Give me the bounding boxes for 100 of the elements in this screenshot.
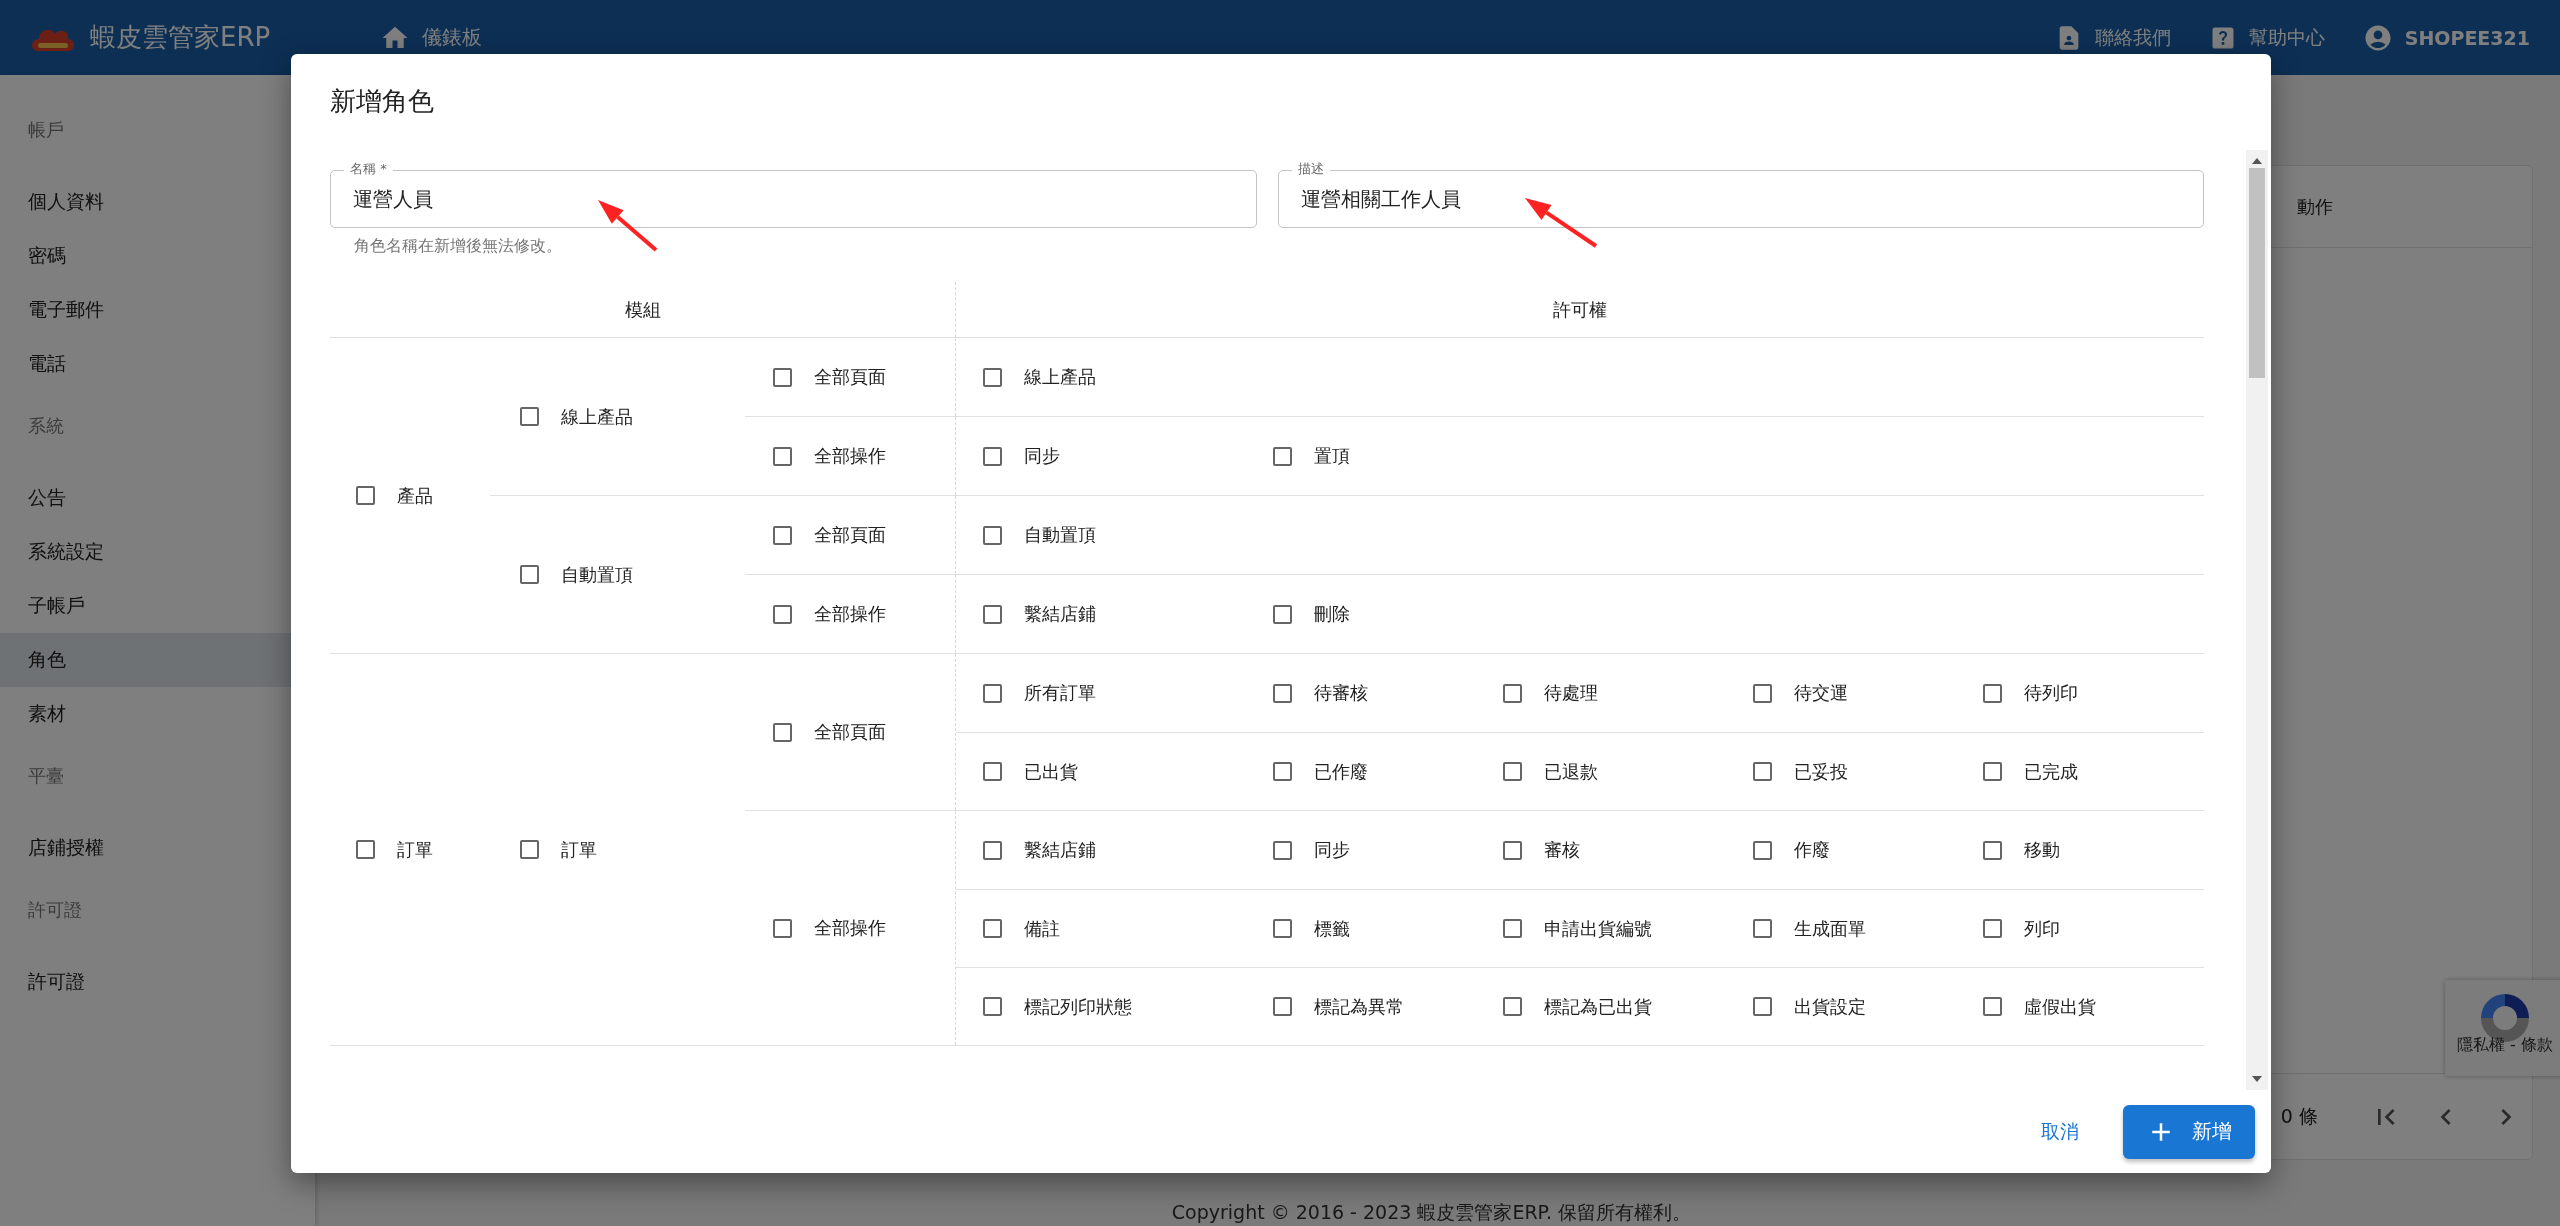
checkbox[interactable]: [1753, 919, 1772, 938]
checkbox[interactable]: [983, 997, 1002, 1016]
checkbox[interactable]: [1503, 683, 1522, 703]
checkbox[interactable]: [520, 407, 539, 426]
checkbox[interactable]: [1273, 604, 1292, 624]
checkbox[interactable]: [1503, 997, 1522, 1016]
permission-label: 置頂: [1314, 444, 1350, 468]
sidebar-section-title: 平臺: [27, 764, 65, 788]
permission-label: 待處理: [1544, 681, 1598, 705]
checkbox[interactable]: [1273, 997, 1292, 1016]
checkbox[interactable]: [1503, 840, 1522, 860]
permission-label: 標籤: [1314, 916, 1350, 941]
checkbox[interactable]: [1273, 762, 1292, 781]
group-label: 全部頁面: [814, 720, 886, 744]
checkbox[interactable]: [983, 367, 1002, 387]
permission-label: 列印: [2024, 916, 2060, 941]
checkbox[interactable]: [983, 762, 1002, 781]
column-header: 許可權: [1553, 297, 1607, 322]
scrollbar[interactable]: [2246, 150, 2268, 1090]
checkbox[interactable]: [1273, 683, 1292, 703]
checkbox[interactable]: [773, 722, 792, 742]
checkbox[interactable]: [356, 486, 375, 505]
permission-label: 已完成: [2024, 759, 2078, 784]
arrow-annotation: [598, 200, 658, 252]
checkbox[interactable]: [1983, 919, 2002, 938]
checkbox[interactable]: [773, 446, 792, 466]
account-menu[interactable]: SHOPEE321: [2362, 22, 2530, 53]
checkbox[interactable]: [983, 919, 1002, 938]
permission-label: 繫結店鋪: [1024, 838, 1096, 862]
group-label: 全部操作: [814, 444, 886, 468]
submodule-label: 線上產品: [561, 404, 633, 429]
permission-label: 標記為異常: [1314, 994, 1404, 1019]
checkbox[interactable]: [1983, 997, 2002, 1016]
checkbox[interactable]: [1983, 683, 2002, 703]
column-header: 模組: [624, 297, 661, 322]
permission-label: 自動置頂: [1024, 523, 1096, 547]
checkbox[interactable]: [1983, 840, 2002, 860]
checkbox[interactable]: [1273, 840, 1292, 860]
group-label: 全部頁面: [814, 523, 886, 547]
permission-label: 線上產品: [1024, 365, 1096, 389]
permission-label: 繫結店鋪: [1024, 602, 1096, 626]
group-label: 全部頁面: [814, 365, 886, 389]
scrollbar-thumb[interactable]: [2249, 168, 2265, 378]
scroll-down-icon[interactable]: [2252, 1076, 2262, 1082]
checkbox[interactable]: [520, 840, 539, 859]
checkbox[interactable]: [1273, 446, 1292, 466]
checkbox[interactable]: [773, 367, 792, 387]
field-label: 名稱 *: [344, 160, 393, 178]
permission-label: 同步: [1314, 838, 1350, 862]
copyright-text: Copyright © 2016 - 2023 蝦皮雲管家ERP. 保留所有權利。: [1170, 1200, 1693, 1225]
checkbox[interactable]: [773, 525, 792, 545]
sidebar-section-title: 帳戶: [27, 118, 65, 142]
permission-label: 已出貨: [1024, 759, 1078, 784]
permission-label: 移動: [2024, 838, 2060, 862]
checkbox[interactable]: [1503, 919, 1522, 938]
dashboard-link[interactable]: 儀錶板: [380, 22, 482, 53]
checkbox[interactable]: [773, 604, 792, 624]
checkbox[interactable]: [1753, 997, 1772, 1016]
checkbox[interactable]: [1983, 762, 2002, 781]
permission-label: 刪除: [1314, 602, 1350, 626]
permission-label: 已作廢: [1314, 759, 1368, 784]
permission-label: 審核: [1544, 838, 1580, 862]
checkbox[interactable]: [983, 683, 1002, 703]
checkbox[interactable]: [1273, 919, 1292, 938]
column-header: 動作: [2297, 194, 2334, 219]
checkbox[interactable]: [1753, 683, 1772, 703]
permission-label: 出貨設定: [1794, 994, 1866, 1019]
module-label: 訂單: [397, 837, 433, 862]
checkbox[interactable]: [983, 525, 1002, 545]
dialog-title: 新增角色: [329, 85, 435, 118]
add-button[interactable]: 新增: [2123, 1104, 2255, 1159]
cancel-button[interactable]: 取消: [2031, 1108, 2089, 1155]
app-title: 蝦皮雲管家ERP: [90, 21, 272, 54]
submodule-label: 訂單: [561, 837, 597, 862]
checkbox[interactable]: [1753, 840, 1772, 860]
helper-text: 角色名稱在新增後無法修改。: [353, 235, 562, 257]
contact-link[interactable]: 聯絡我們: [2054, 23, 2171, 52]
permission-label: 申請出貨編號: [1544, 916, 1652, 941]
permission-label: 標記列印狀態: [1024, 994, 1132, 1019]
permission-label: 待審核: [1314, 681, 1368, 705]
checkbox[interactable]: [1503, 762, 1522, 781]
help-link[interactable]: 幫助中心: [2208, 23, 2325, 52]
group-label: 全部操作: [814, 916, 886, 940]
group-label: 全部操作: [814, 602, 886, 626]
checkbox[interactable]: [983, 446, 1002, 466]
checkbox[interactable]: [983, 840, 1002, 860]
field-label: 描述: [1291, 160, 1330, 178]
permission-label: 同步: [1024, 444, 1060, 468]
permission-label: 標記為已出貨: [1544, 994, 1652, 1019]
permission-label: 虛假出貨: [2024, 994, 2096, 1019]
permission-label: 所有訂單: [1024, 681, 1096, 705]
checkbox[interactable]: [773, 918, 792, 938]
permission-label: 已妥投: [1794, 759, 1848, 784]
checkbox[interactable]: [520, 565, 539, 584]
permission-label: 已退款: [1544, 759, 1598, 784]
sidebar-section-title: 許可證: [27, 898, 83, 922]
checkbox[interactable]: [356, 840, 375, 859]
permission-label: 待交運: [1794, 681, 1848, 705]
checkbox[interactable]: [1753, 762, 1772, 781]
checkbox[interactable]: [983, 604, 1002, 624]
